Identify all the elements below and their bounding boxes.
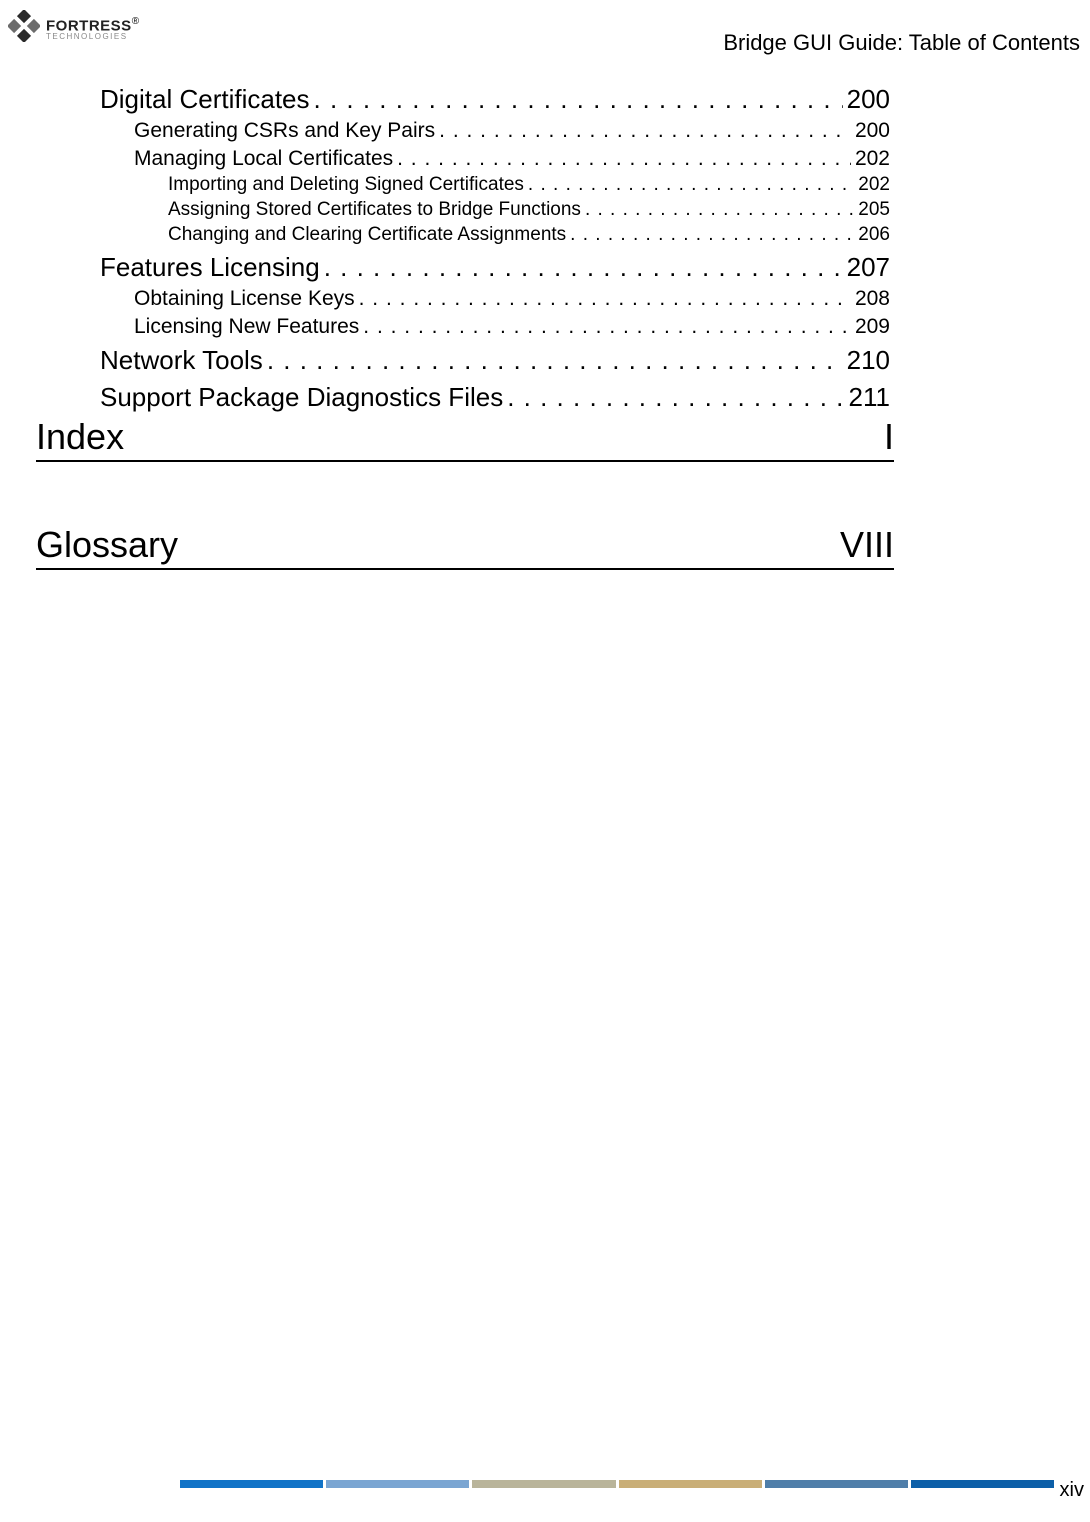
section-page: VIII — [840, 524, 894, 566]
toc-leader-dots — [585, 199, 854, 221]
footer-bar-segment — [472, 1480, 615, 1488]
toc-entry-page: 206 — [858, 224, 890, 246]
toc-entry-page: 200 — [847, 84, 890, 115]
toc-entry[interactable]: Digital Certificates 200 — [100, 84, 890, 115]
toc-leader-dots — [397, 147, 851, 171]
page-header-title: Bridge GUI Guide: Table of Contents — [723, 30, 1080, 56]
toc-entry-page: 211 — [849, 382, 890, 413]
footer-bar-segment — [765, 1480, 908, 1488]
toc-leader-dots — [570, 224, 854, 246]
toc-entry[interactable]: Importing and Deleting Signed Certificat… — [100, 174, 890, 196]
toc-entry-label: Network Tools — [100, 345, 263, 376]
logo-text-sub: TECHNOLOGIES — [46, 33, 139, 40]
toc-entry[interactable]: Support Package Diagnostics Files 211 — [100, 382, 890, 413]
toc-leader-dots — [314, 84, 843, 115]
section-label: Index — [36, 416, 124, 458]
toc-entry-page: 205 — [858, 199, 890, 221]
toc-entry[interactable]: Obtaining License Keys 208 — [100, 287, 890, 311]
toc-entry-page: 202 — [858, 174, 890, 196]
toc-entry[interactable]: Generating CSRs and Key Pairs 200 — [100, 119, 890, 143]
toc-entry-label: Assigning Stored Certificates to Bridge … — [168, 199, 581, 221]
toc-entry-label: Support Package Diagnostics Files — [100, 382, 503, 413]
toc-leader-dots — [507, 382, 844, 413]
toc-leader-dots — [359, 287, 851, 311]
section-page: I — [884, 416, 894, 458]
toc-entry[interactable]: Features Licensing 207 — [100, 252, 890, 283]
section-index[interactable]: Index I — [36, 416, 894, 462]
footer-bar-segment — [326, 1480, 469, 1488]
registered-icon: ® — [132, 16, 139, 27]
toc-leader-dots — [439, 119, 851, 143]
table-of-contents: Digital Certificates200Generating CSRs a… — [100, 78, 890, 413]
toc-entry[interactable]: Assigning Stored Certificates to Bridge … — [100, 199, 890, 221]
toc-entry[interactable]: Licensing New Features 209 — [100, 315, 890, 339]
toc-leader-dots — [363, 315, 851, 339]
toc-entry-label: Features Licensing — [100, 252, 320, 283]
footer-accent-bar — [180, 1480, 1054, 1488]
logo-mark-icon — [8, 10, 40, 47]
toc-entry-label: Importing and Deleting Signed Certificat… — [168, 174, 524, 196]
toc-entry-label: Generating CSRs and Key Pairs — [134, 119, 435, 143]
toc-leader-dots — [528, 174, 854, 196]
toc-entry-page: 200 — [855, 119, 890, 143]
toc-leader-dots — [267, 345, 843, 376]
toc-entry-page: 210 — [847, 345, 890, 376]
section-label: Glossary — [36, 524, 178, 566]
toc-entry-page: 209 — [855, 315, 890, 339]
toc-entry[interactable]: Network Tools 210 — [100, 345, 890, 376]
page-number: xiv — [1060, 1479, 1084, 1502]
page: FORTRESS® TECHNOLOGIES Bridge GUI Guide:… — [0, 0, 1090, 1522]
toc-entry-page: 207 — [847, 252, 890, 283]
toc-leader-dots — [324, 252, 843, 283]
footer-bar-segment — [911, 1480, 1054, 1488]
toc-entry-label: Changing and Clearing Certificate Assign… — [168, 224, 566, 246]
toc-entry-label: Managing Local Certificates — [134, 147, 393, 171]
toc-entry-page: 208 — [855, 287, 890, 311]
toc-entry-label: Obtaining License Keys — [134, 287, 355, 311]
toc-entry-label: Licensing New Features — [134, 315, 359, 339]
toc-entry-label: Digital Certificates — [100, 84, 310, 115]
footer-bar-segment — [180, 1480, 323, 1488]
section-glossary[interactable]: Glossary VIII — [36, 524, 894, 570]
footer-bar-segment — [619, 1480, 762, 1488]
toc-entry[interactable]: Changing and Clearing Certificate Assign… — [100, 224, 890, 246]
toc-entry-page: 202 — [855, 147, 890, 171]
brand-logo: FORTRESS® TECHNOLOGIES — [8, 10, 139, 47]
toc-entry[interactable]: Managing Local Certificates 202 — [100, 147, 890, 171]
